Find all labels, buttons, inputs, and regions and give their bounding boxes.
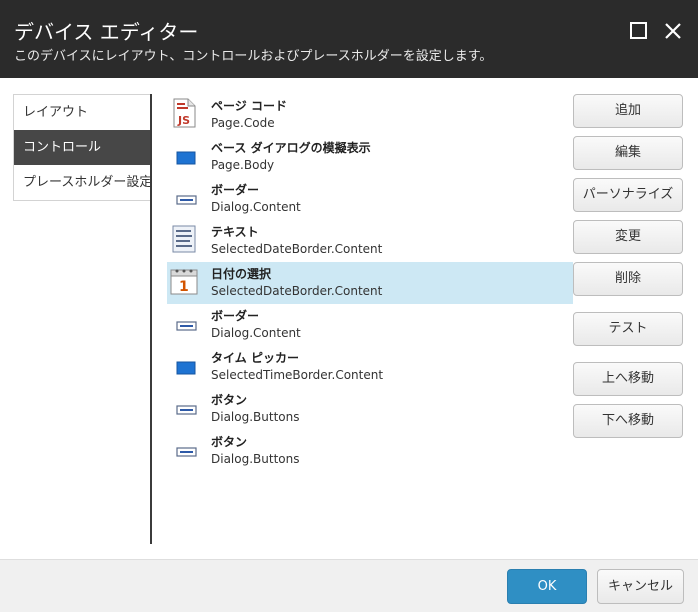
add-button[interactable]: 追加: [573, 94, 683, 128]
button-icon: [176, 405, 197, 415]
dialog-footer: OK キャンセル: [0, 559, 698, 612]
list-item[interactable]: ボタン Dialog.Buttons: [167, 388, 573, 430]
control-path: Page.Body: [211, 158, 275, 172]
control-name: ページ コード: [211, 99, 287, 113]
close-button[interactable]: [662, 20, 684, 42]
control-path: Dialog.Buttons: [211, 452, 300, 466]
control-path: Dialog.Content: [211, 200, 301, 214]
calendar-icon: 1: [170, 269, 198, 295]
nav-item-placeholder-settings[interactable]: プレースホルダー設定: [14, 165, 152, 200]
text-document-icon: [172, 225, 196, 253]
control-name: ボタン: [211, 393, 248, 407]
controls-list: JS ページ コード Page.Code ベース ダイアログの模擬表示 Page…: [167, 94, 573, 472]
control-name: テキスト: [211, 225, 259, 239]
control-path: Dialog.Content: [211, 326, 301, 340]
control-path: SelectedDateBorder.Content: [211, 284, 383, 298]
list-item[interactable]: テキスト SelectedDateBorder.Content: [167, 220, 573, 262]
control-name: ボーダー: [211, 183, 260, 197]
dialog-title: デバイス エディター: [14, 20, 199, 44]
ok-button[interactable]: OK: [507, 569, 587, 604]
maximize-icon: [630, 22, 647, 39]
move-down-button[interactable]: 下へ移動: [573, 404, 683, 438]
svg-text:1: 1: [179, 279, 189, 295]
border-icon: [176, 321, 197, 331]
cancel-button[interactable]: キャンセル: [597, 569, 684, 604]
list-item[interactable]: JS ページ コード Page.Code: [167, 94, 573, 136]
dialog-subtitle: このデバイスにレイアウト、コントロールおよびプレースホルダーを設定します。: [14, 49, 493, 64]
button-icon: [176, 447, 197, 457]
control-name: タイム ピッカー: [211, 351, 299, 365]
blue-rectangle-icon: [176, 361, 196, 375]
list-item[interactable]: タイム ピッカー SelectedTimeBorder.Content: [167, 346, 573, 388]
control-path: Dialog.Buttons: [211, 410, 300, 424]
test-button[interactable]: テスト: [573, 312, 683, 346]
control-path: Page.Code: [211, 116, 275, 130]
control-name: ベース ダイアログの模擬表示: [211, 141, 371, 155]
list-item[interactable]: ベース ダイアログの模擬表示 Page.Body: [167, 136, 573, 178]
control-name: ボーダー: [211, 309, 260, 323]
move-up-button[interactable]: 上へ移動: [573, 362, 683, 396]
close-icon: [665, 23, 681, 39]
blue-rectangle-icon: [176, 151, 196, 165]
maximize-button[interactable]: [628, 20, 650, 42]
control-name: 日付の選択: [211, 267, 272, 281]
nav-item-controls[interactable]: コントロール: [14, 130, 151, 165]
list-item[interactable]: ボーダー Dialog.Content: [167, 178, 573, 220]
control-name: ボタン: [211, 435, 248, 449]
border-icon: [176, 195, 197, 205]
svg-text:JS: JS: [177, 114, 190, 127]
nav-item-layout[interactable]: レイアウト: [14, 95, 151, 130]
list-item[interactable]: ボーダー Dialog.Content: [167, 304, 573, 346]
dialog-header: デバイス エディター このデバイスにレイアウト、コントロールおよびプレースホルダ…: [0, 0, 698, 78]
list-item[interactable]: 1 日付の選択 SelectedDateBorder.Content: [167, 262, 573, 304]
list-item[interactable]: ボタン Dialog.Buttons: [167, 430, 573, 472]
personalize-button[interactable]: パーソナライズ: [573, 178, 683, 212]
control-path: SelectedDateBorder.Content: [211, 242, 383, 256]
change-button[interactable]: 変更: [573, 220, 683, 254]
js-file-icon: JS: [173, 98, 196, 128]
edit-button[interactable]: 編集: [573, 136, 683, 170]
delete-button[interactable]: 削除: [573, 262, 683, 296]
vertical-divider: [150, 94, 152, 544]
side-navigation: レイアウト コントロール プレースホルダー設定: [13, 94, 152, 201]
control-path: SelectedTimeBorder.Content: [211, 368, 384, 382]
